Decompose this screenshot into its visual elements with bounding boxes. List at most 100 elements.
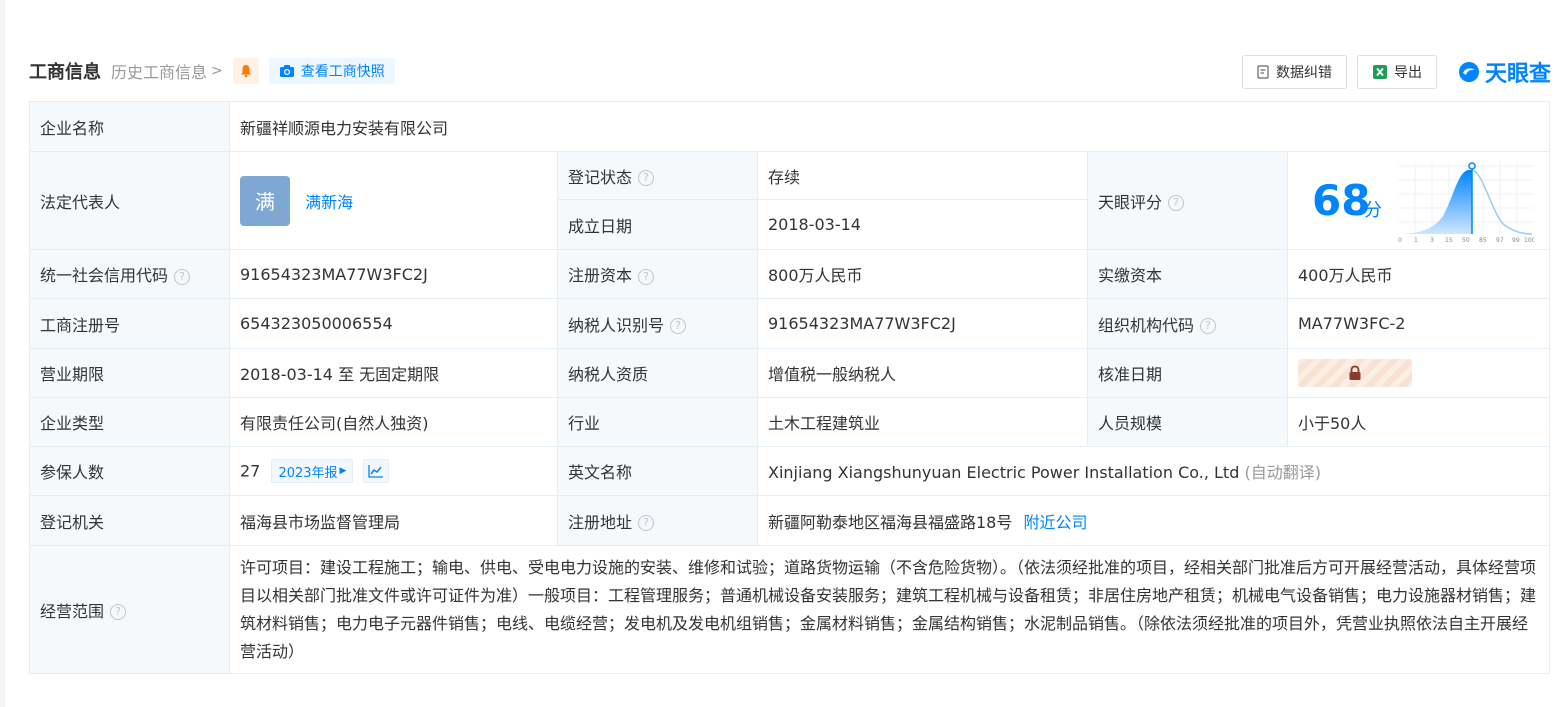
term-label: 营业期限 <box>29 348 230 398</box>
table-row: 统一社会信用代码? 91654323MA77W3FC2J 注册资本? 800万人… <box>29 249 1551 299</box>
help-icon[interactable]: ? <box>638 268 655 285</box>
insured-value: 27 <box>240 461 261 481</box>
taxpayer-id-value: 91654323MA77W3FC2J <box>757 298 1088 349</box>
locked-value-button[interactable] <box>1298 359 1412 387</box>
business-info-card: 工商信息 历史工商信息 > 查看工商快照 数据纠错 导出 天眼查 企业名称 新疆… <box>5 0 1556 707</box>
table-row: 法定代表人 满 满新海 登记状态? 存续 天眼评分? 68 分 0 1 3 15… <box>29 151 1551 250</box>
excel-icon <box>1372 65 1387 79</box>
org-code-value: MA77W3FC-2 <box>1286 298 1551 349</box>
reg-number-label: 工商注册号 <box>29 298 230 349</box>
paid-capital-label: 实缴资本 <box>1087 249 1288 299</box>
approve-date-label: 核准日期 <box>1087 348 1288 398</box>
authority-value: 福海县市场监督管理局 <box>229 495 558 546</box>
score-label-cell: 天眼评分? <box>1087 151 1288 250</box>
english-name-cell: Xinjiang Xiangshunyuan Electric Power In… <box>756 446 1551 496</box>
reg-number-value: 654323050006554 <box>229 298 558 349</box>
reg-address-label-cell: 注册地址? <box>557 495 758 546</box>
export-button[interactable]: 导出 <box>1356 55 1437 89</box>
lock-icon <box>1349 365 1361 380</box>
score-unit: 分 <box>1364 200 1382 221</box>
axis-tick: 3 <box>1430 237 1434 244</box>
section-title: 工商信息 <box>29 62 101 83</box>
reg-status-value: 存续 <box>757 151 1088 200</box>
industry-value: 土木工程建筑业 <box>757 397 1088 447</box>
axis-tick: 50 <box>1462 237 1470 244</box>
axis-tick: 1 <box>1414 237 1418 244</box>
annual-report-button[interactable]: 2023年报 ▶ <box>271 459 354 483</box>
axis-tick: 100 <box>1524 237 1534 244</box>
help-icon[interactable]: ? <box>1168 195 1185 211</box>
axis-tick: 97 <box>1496 237 1504 244</box>
score-distribution-chart: 0 1 3 15 50 85 97 99 100 <box>1398 162 1534 244</box>
scope-label-cell: 经营范围? <box>29 545 230 674</box>
staff-size-label: 人员规模 <box>1087 397 1288 447</box>
data-correction-button[interactable]: 数据纠错 <box>1241 55 1347 89</box>
help-icon[interactable]: ? <box>110 604 127 620</box>
found-date-label: 成立日期 <box>557 199 758 250</box>
legal-rep-name-link[interactable]: 满新海 <box>305 193 353 212</box>
nearby-companies-link[interactable]: 附近公司 <box>1023 513 1087 532</box>
help-icon[interactable]: ? <box>174 268 191 285</box>
section-header: 工商信息 历史工商信息 > 查看工商快照 数据纠错 导出 天眼查 <box>29 55 1551 89</box>
bell-icon <box>240 65 251 78</box>
english-name-value: Xinjiang Xiangshunyuan Electric Power In… <box>768 463 1240 482</box>
tianyancha-logo: 天眼查 <box>1457 56 1551 88</box>
table-row: 登记机关 福海县市场监督管理局 注册地址? 新疆阿勒泰地区福海县福盛路18号 附… <box>29 495 1551 546</box>
monitor-bell-button[interactable] <box>232 58 259 84</box>
axis-tick: 85 <box>1479 237 1487 244</box>
table-row: 企业名称 新疆祥顺源电力安装有限公司 <box>29 101 1551 152</box>
company-name-label: 企业名称 <box>29 101 230 152</box>
company-name-value: 新疆祥顺源电力安装有限公司 <box>228 101 1551 152</box>
document-edit-icon <box>1257 65 1269 79</box>
chevron-right-icon: > <box>211 63 223 79</box>
taxpayer-id-label-cell: 纳税人识别号? <box>557 298 758 349</box>
view-snapshot-button[interactable]: 查看工商快照 <box>268 58 395 84</box>
taxpayer-qual-value: 增值税一般纳税人 <box>757 348 1088 398</box>
table-row: 参保人数 27 2023年报 ▶ 英文名称 Xinjiang Xiangshuny… <box>29 446 1551 496</box>
history-info-link[interactable]: 历史工商信息 > <box>111 59 223 83</box>
table-row: 营业期限 2018-03-14 至 无固定期限 纳税人资质 增值税一般纳税人 核… <box>29 348 1551 398</box>
staff-size-value: 小于50人 <box>1286 397 1551 447</box>
brand-swirl-icon <box>1458 62 1479 82</box>
company-type-label: 企业类型 <box>29 397 230 447</box>
table-row: 经营范围? 许可项目：建设工程施工；输电、供电、受电电力设施的安装、维修和试验；… <box>29 545 1551 674</box>
camera-icon <box>279 65 294 77</box>
legal-rep-label: 法定代表人 <box>29 151 230 250</box>
table-row: 工商注册号 654323050006554 纳税人识别号? 91654323MA… <box>29 298 1551 349</box>
org-code-label-cell: 组织机构代码? <box>1087 298 1288 349</box>
credit-code-label-cell: 统一社会信用代码? <box>29 249 230 299</box>
reg-capital-label-cell: 注册资本? <box>557 249 758 299</box>
taxpayer-qual-label: 纳税人资质 <box>557 348 758 398</box>
reg-address-value: 新疆阿勒泰地区福海县福盛路18号 <box>768 512 1013 532</box>
approve-date-cell <box>1286 348 1551 398</box>
help-icon[interactable]: ? <box>670 318 687 334</box>
legal-rep-cell: 满 满新海 <box>229 151 558 250</box>
industry-label: 行业 <box>557 397 758 447</box>
help-icon[interactable]: ? <box>638 170 655 186</box>
score-value: 68 <box>1312 176 1371 225</box>
authority-label: 登记机关 <box>29 495 230 546</box>
business-scope-value: 许可项目：建设工程施工；输电、供电、受电电力设施的安装、维修和试验；道路货物运输… <box>228 545 1551 674</box>
table-row: 企业类型 有限责任公司(自然人独资) 行业 土木工程建筑业 人员规模 小于50人 <box>29 397 1551 447</box>
triangle-right-icon: ▶ <box>339 466 347 476</box>
axis-tick: 15 <box>1445 237 1453 244</box>
auto-translate-note: (自动翻译) <box>1244 463 1321 482</box>
avatar: 满 <box>240 175 290 226</box>
credit-code-value: 91654323MA77W3FC2J <box>229 249 558 299</box>
score-cell[interactable]: 68 分 0 1 3 15 50 85 97 99 100 <box>1286 151 1551 250</box>
insured-label: 参保人数 <box>29 446 230 496</box>
company-type-value: 有限责任公司(自然人独资) <box>229 397 558 447</box>
english-name-label: 英文名称 <box>557 446 758 496</box>
axis-tick: 99 <box>1512 237 1520 244</box>
trend-chart-button[interactable] <box>362 459 389 483</box>
business-info-table: 企业名称 新疆祥顺源电力安装有限公司 法定代表人 满 满新海 登记状态? 存续 … <box>29 101 1551 674</box>
term-value: 2018-03-14 至 无固定期限 <box>229 348 558 398</box>
header-tools: 数据纠错 导出 天眼查 <box>1241 55 1551 89</box>
help-icon[interactable]: ? <box>638 515 655 531</box>
line-chart-icon <box>367 465 383 478</box>
found-date-value: 2018-03-14 <box>757 199 1088 250</box>
score-axis-ticks: 0 1 3 15 50 85 97 99 100 <box>1398 237 1534 244</box>
reg-capital-value: 800万人民币 <box>757 249 1088 299</box>
reg-status-label-cell: 登记状态? <box>557 151 758 200</box>
help-icon[interactable]: ? <box>1200 318 1217 334</box>
